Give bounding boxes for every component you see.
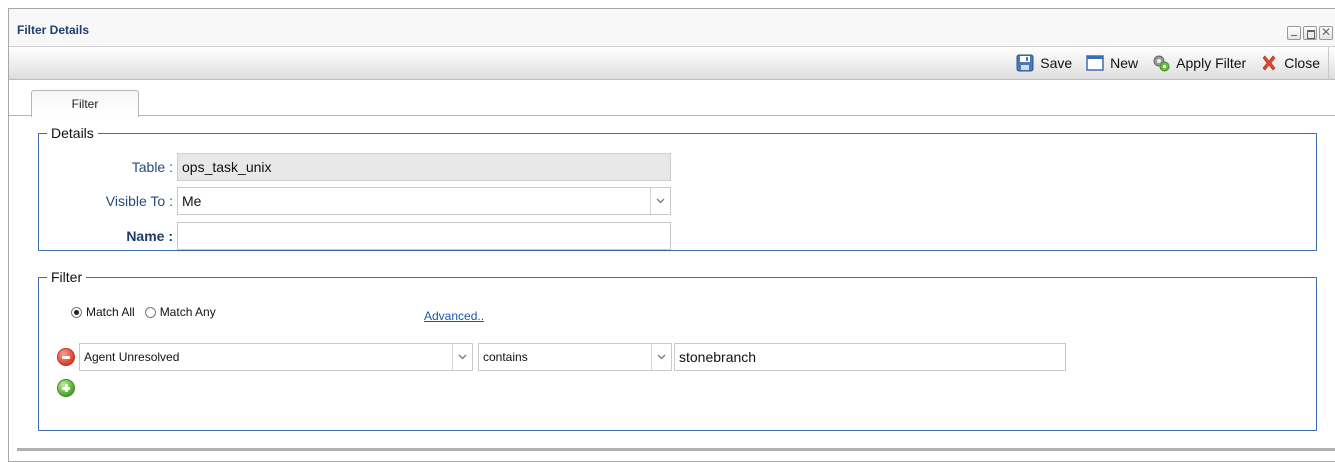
remove-condition-button[interactable] <box>57 348 75 366</box>
chevron-down-icon[interactable] <box>452 344 472 370</box>
visible-to-value: Me <box>182 193 202 209</box>
condition-field-value: Agent Unresolved <box>84 350 180 364</box>
minimize-button[interactable] <box>1287 26 1301 40</box>
window-bottom-border <box>17 448 1335 451</box>
window-controls: ✕ <box>1285 26 1333 40</box>
window-close-button[interactable]: ✕ <box>1319 26 1333 40</box>
table-label: Table : <box>131 159 173 175</box>
window-title: Filter Details <box>17 23 90 37</box>
maximize-button[interactable] <box>1303 26 1317 40</box>
name-label: Name : <box>126 228 173 244</box>
apply-filter-button[interactable]: Apply Filter <box>1152 54 1246 72</box>
details-fieldset: Details Table : ops_task_unix Visible To… <box>38 125 1317 251</box>
new-button[interactable]: New <box>1086 54 1138 72</box>
tab-filter[interactable]: Filter <box>31 90 139 117</box>
chevron-down-icon[interactable] <box>650 188 670 214</box>
filter-legend: Filter <box>51 269 83 285</box>
close-button[interactable]: Close <box>1260 54 1320 72</box>
toolbar-divider <box>1328 46 1329 80</box>
floppy-disk-icon <box>1016 54 1034 72</box>
chevron-down-icon[interactable] <box>651 344 671 370</box>
details-legend: Details <box>51 125 94 141</box>
condition-operator-value: contains <box>483 350 528 364</box>
add-condition-button[interactable] <box>57 379 75 397</box>
visible-to-label: Visible To : <box>105 193 173 209</box>
title-bar: Filter Details ✕ <box>9 9 1335 47</box>
table-field: ops_task_unix <box>177 153 671 181</box>
condition-operator-select[interactable]: contains <box>478 343 672 371</box>
save-button[interactable]: Save <box>1016 54 1072 72</box>
condition-value-input[interactable]: stonebranch <box>674 343 1066 371</box>
new-label: New <box>1110 55 1139 71</box>
content-area: Details Table : ops_task_unix Visible To… <box>9 117 1335 461</box>
advanced-link[interactable]: Advanced.. <box>424 309 484 323</box>
save-label: Save <box>1040 55 1073 71</box>
apply-filter-icon <box>1152 54 1170 72</box>
filter-fieldset: Filter Match All Match Any Advanced.. Ag… <box>38 269 1317 431</box>
condition-row: Agent Unresolved contains stonebranch <box>57 343 1066 371</box>
match-any-label: Match Any <box>159 305 216 319</box>
filter-details-window: Filter Details ✕ Save New Apply Filter C… <box>8 8 1335 462</box>
condition-field-select[interactable]: Agent Unresolved <box>79 343 473 371</box>
name-input[interactable] <box>177 222 671 250</box>
tab-strip: Filter <box>9 80 1335 117</box>
match-all-label: Match All <box>86 305 135 319</box>
toolbar: Save New Apply Filter Close <box>9 46 1335 80</box>
match-any-radio[interactable]: Match Any <box>144 305 216 319</box>
apply-filter-label: Apply Filter <box>1176 55 1247 71</box>
match-all-radio[interactable]: Match All <box>71 305 135 319</box>
new-window-icon <box>1086 54 1104 72</box>
close-x-icon <box>1260 54 1278 72</box>
close-label: Close <box>1284 55 1320 71</box>
radio-unselected-icon <box>144 306 156 318</box>
radio-selected-icon <box>71 306 82 318</box>
visible-to-select[interactable]: Me <box>177 187 671 215</box>
